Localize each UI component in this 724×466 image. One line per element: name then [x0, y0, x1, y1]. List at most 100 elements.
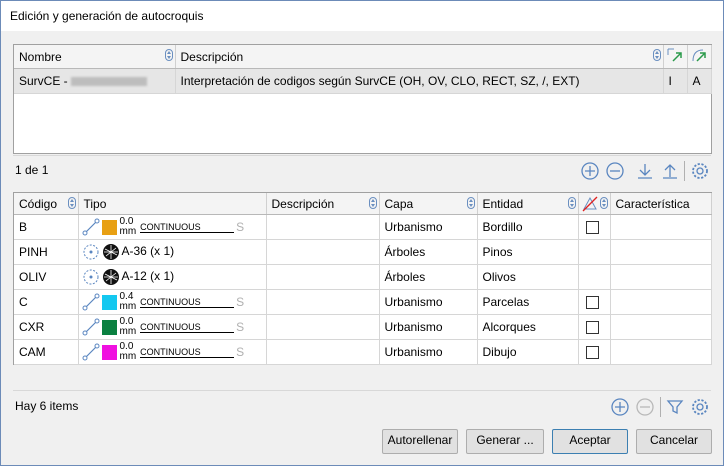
code-cell[interactable]: PINH: [14, 239, 79, 265]
linetype-curve-icon: S: [236, 320, 245, 334]
fill-cell[interactable]: [578, 239, 611, 265]
column-header-nombre[interactable]: Nombre: [14, 45, 176, 69]
column-header-caracteristica[interactable]: Característica: [610, 193, 712, 215]
filter-icon[interactable]: [665, 397, 685, 417]
description-cell[interactable]: [266, 289, 380, 315]
divider: [13, 390, 711, 391]
entity-cell[interactable]: Parcelas: [477, 289, 579, 315]
column-header-tipo[interactable]: Tipo: [78, 193, 267, 215]
cancel-button[interactable]: Cancelar: [636, 429, 712, 454]
column-header-descripcion[interactable]: Descripción: [266, 193, 380, 215]
fill-cell[interactable]: [578, 214, 611, 240]
sort-icon[interactable]: [67, 197, 76, 209]
table-row[interactable]: B 0.0 mm CONTINUOUS S Urbanismo Bordillo: [14, 214, 712, 240]
linetype-name: CONTINUOUS: [140, 322, 235, 333]
layer-cell[interactable]: Árboles: [379, 264, 478, 290]
fill-checkbox[interactable]: [585, 346, 599, 360]
type-cell[interactable]: 0.0 mm CONTINUOUS S: [78, 314, 267, 340]
column-header-entidad[interactable]: Entidad: [477, 193, 579, 215]
linetype-curve-icon: S: [236, 295, 245, 309]
fill-cell[interactable]: [578, 314, 611, 340]
block-name: A-12 (x 1): [121, 269, 175, 284]
column-header-filled-icon[interactable]: [578, 193, 611, 215]
entity-cell[interactable]: Pinos: [477, 239, 579, 265]
type-cell[interactable]: 0.4 mm CONTINUOUS S: [78, 289, 267, 315]
description-cell[interactable]: [266, 314, 380, 340]
profile-description: Interpretación de codigos según SurvCE (…: [175, 68, 664, 94]
layer-cell[interactable]: Urbanismo: [379, 339, 478, 365]
column-header-capa[interactable]: Capa: [379, 193, 478, 215]
type-cell[interactable]: 0.0 mm CONTINUOUS S: [78, 214, 267, 240]
line-unit: mm: [119, 326, 137, 337]
column-header-insert-icon[interactable]: [663, 45, 688, 69]
polyline-icon: [82, 318, 99, 336]
polyline-icon: [82, 343, 99, 361]
color-swatch: [101, 294, 117, 310]
code-cell[interactable]: CAM: [14, 339, 79, 365]
column-header-descripcion[interactable]: Descripción: [175, 45, 664, 69]
column-header-append-icon[interactable]: [687, 45, 712, 69]
dialog-window: Edición y generación de autocroquis Nomb…: [0, 0, 724, 466]
blurred-text: [71, 77, 148, 87]
fill-checkbox[interactable]: [585, 321, 599, 335]
entity-cell[interactable]: Olivos: [477, 264, 579, 290]
sort-icon[interactable]: [652, 49, 661, 61]
accept-button[interactable]: Aceptar: [552, 429, 628, 454]
description-cell[interactable]: [266, 239, 380, 265]
table-row[interactable]: C 0.4 mm CONTINUOUS S Urbanismo Parcelas: [14, 289, 712, 315]
add-icon[interactable]: [580, 161, 600, 181]
fill-cell[interactable]: [578, 289, 611, 315]
remove-item-icon[interactable]: [635, 397, 655, 417]
sort-icon[interactable]: [466, 197, 475, 209]
upload-icon[interactable]: [660, 161, 680, 181]
fill-cell[interactable]: [578, 339, 611, 365]
table-row[interactable]: CXR 0.0 mm CONTINUOUS S Urbanismo Alcorques: [14, 314, 712, 340]
polyline-icon: [82, 293, 99, 311]
table-row[interactable]: PINH A-36 (x 1) Árboles Pinos: [14, 239, 712, 265]
add-item-icon[interactable]: [610, 397, 630, 417]
feature-cell[interactable]: [610, 239, 712, 265]
sort-icon[interactable]: [164, 49, 173, 61]
download-icon[interactable]: [635, 161, 655, 181]
description-cell[interactable]: [266, 339, 380, 365]
sort-icon[interactable]: [567, 197, 576, 209]
description-cell[interactable]: [266, 264, 380, 290]
description-cell[interactable]: [266, 214, 380, 240]
table-row[interactable]: OLIV A-12 (x 1) Árboles Olivos: [14, 264, 712, 290]
layer-cell[interactable]: Urbanismo: [379, 214, 478, 240]
table-row[interactable]: CAM 0.0 mm CONTINUOUS S Urbanismo Dibujo: [14, 339, 712, 365]
code-cell[interactable]: OLIV: [14, 264, 79, 290]
type-cell[interactable]: A-36 (x 1): [78, 239, 267, 265]
autofill-button[interactable]: Autorellenar: [382, 429, 458, 454]
entity-cell[interactable]: Alcorques: [477, 314, 579, 340]
fill-checkbox[interactable]: [585, 296, 599, 310]
entity-cell[interactable]: Bordillo: [477, 214, 579, 240]
feature-cell[interactable]: [610, 339, 712, 365]
code-cell[interactable]: C: [14, 289, 79, 315]
sort-icon[interactable]: [599, 197, 608, 209]
entity-cell[interactable]: Dibujo: [477, 339, 579, 365]
layer-cell[interactable]: Urbanismo: [379, 289, 478, 315]
settings-gear-icon[interactable]: [690, 397, 710, 417]
type-cell[interactable]: 0.0 mm CONTINUOUS S: [78, 339, 267, 365]
feature-cell[interactable]: [610, 214, 712, 240]
color-swatch: [101, 319, 117, 335]
code-cell[interactable]: B: [14, 214, 79, 240]
feature-cell[interactable]: [610, 314, 712, 340]
sort-icon[interactable]: [368, 197, 377, 209]
fill-cell[interactable]: [578, 264, 611, 290]
toolbar-separator: [660, 397, 661, 417]
feature-cell[interactable]: [610, 289, 712, 315]
table-row[interactable]: SurvCE - Interpretación de codigos según…: [14, 68, 712, 94]
linetype-name: CONTINUOUS: [140, 222, 235, 233]
type-cell[interactable]: A-12 (x 1): [78, 264, 267, 290]
column-header-codigo[interactable]: Código: [14, 193, 79, 215]
settings-gear-icon[interactable]: [690, 161, 710, 181]
generate-button[interactable]: Generar ...: [466, 429, 544, 454]
layer-cell[interactable]: Árboles: [379, 239, 478, 265]
code-cell[interactable]: CXR: [14, 314, 79, 340]
feature-cell[interactable]: [610, 264, 712, 290]
fill-checkbox[interactable]: [585, 221, 599, 235]
remove-icon[interactable]: [605, 161, 625, 181]
layer-cell[interactable]: Urbanismo: [379, 314, 478, 340]
